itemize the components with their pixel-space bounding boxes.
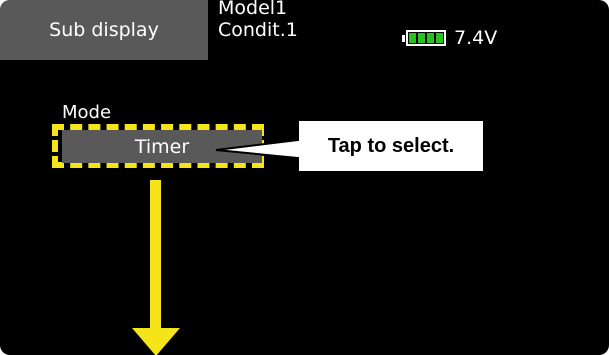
tap-callout: Tap to select. — [214, 118, 488, 174]
battery-cell — [418, 33, 425, 43]
sub-display-button[interactable]: Sub display — [0, 0, 208, 60]
screen: Sub display Model1 Condit.1 7.4V Mode Ti… — [0, 0, 609, 355]
down-arrow-icon — [132, 180, 180, 355]
condition-name: Condit.1 — [218, 19, 298, 41]
model-name: Model1 — [218, 0, 288, 19]
battery-cell — [427, 33, 434, 43]
model-info: Model1 Condit.1 — [218, 0, 298, 41]
mode-label: Mode — [62, 102, 112, 123]
battery-terminal — [402, 34, 405, 42]
battery-cell — [436, 33, 443, 43]
battery-cell — [409, 33, 416, 43]
battery-icon — [406, 30, 446, 46]
mode-value: Timer — [134, 135, 190, 158]
callout-text: Tap to select. — [327, 134, 455, 157]
sub-display-label: Sub display — [49, 19, 159, 41]
battery-voltage: 7.4V — [454, 27, 498, 49]
battery-status: 7.4V — [402, 27, 498, 49]
